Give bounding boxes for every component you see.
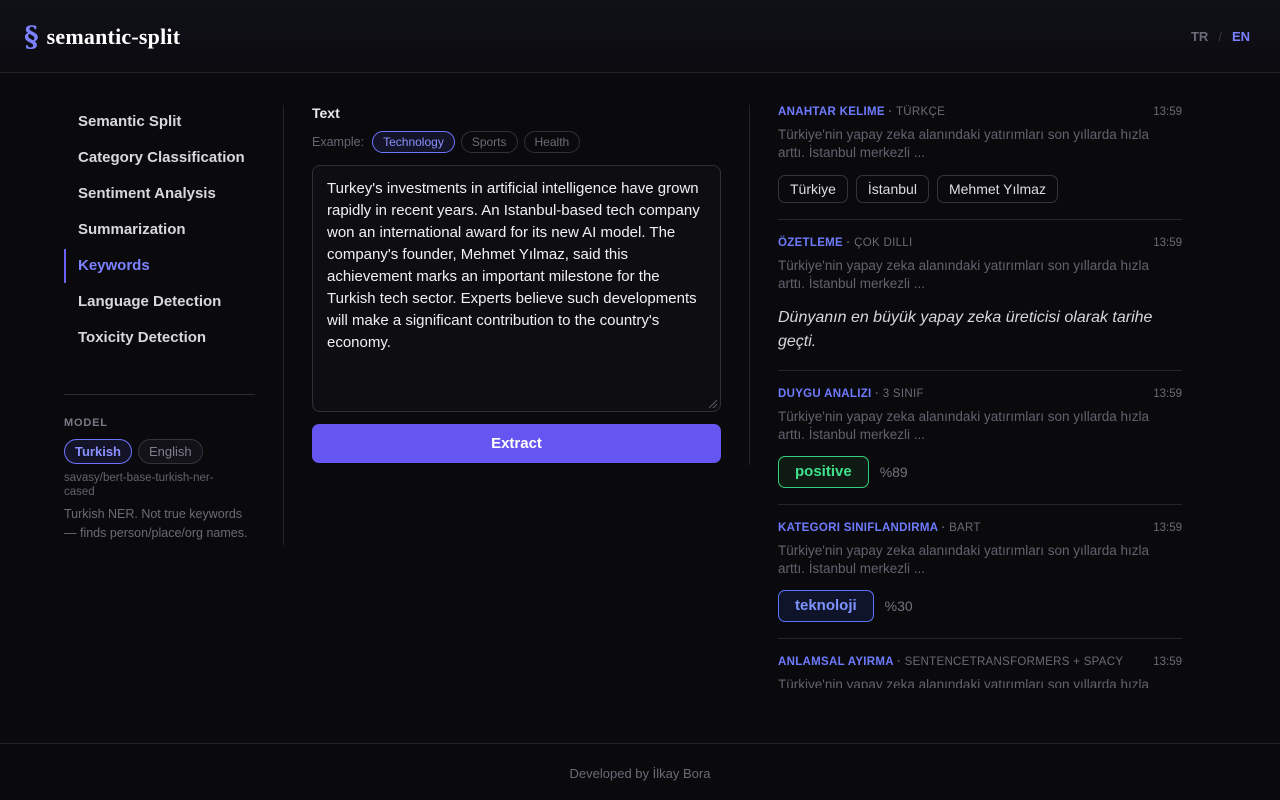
example-selector: Example: Technology Sports Health — [312, 131, 722, 153]
history-list[interactable]: ANAHTAR KELIME · TÜRKÇE 13:59 Türkiye'ni… — [778, 105, 1182, 688]
card-title: ANLAMSAL AYIRMA · SENTENCETRANSFORMERS +… — [778, 656, 1123, 668]
card-dot: · — [941, 522, 946, 534]
keyword-tags: Türkiye İstanbul Mehmet Yılmaz — [778, 175, 1182, 203]
card-title: ÖZETLEME · ÇOK DILLI — [778, 237, 912, 249]
model-option-english[interactable]: English — [138, 439, 203, 464]
sidebar-item-language-detection[interactable]: Language Detection — [64, 285, 283, 319]
app-title: semantic-split — [46, 24, 181, 49]
card-dot: · — [888, 106, 893, 118]
summary-result: Dünyanın en büyük yapay zeka üreticisi o… — [778, 309, 1153, 350]
sidebar-item-toxicity-detection[interactable]: Toxicity Detection — [64, 321, 283, 355]
card-dot: · — [896, 656, 902, 668]
history-card[interactable]: ÖZETLEME · ÇOK DILLI 13:59 Türkiye'nin y… — [778, 236, 1182, 371]
card-subtype: BART — [949, 522, 981, 534]
app-header: § semantic-split TR / EN — [0, 0, 1280, 73]
card-title: KATEGORI SINIFLANDIRMA · BART — [778, 522, 981, 534]
category-badge: teknoloji — [778, 590, 874, 622]
section-sign-logo-icon: § — [24, 20, 39, 53]
confidence-value: %89 — [879, 464, 908, 480]
card-kind: DUYGU ANALIZI — [778, 388, 872, 400]
history-card[interactable]: ANAHTAR KELIME · TÜRKÇE 13:59 Türkiye'ni… — [778, 105, 1182, 220]
history-card[interactable]: KATEGORI SINIFLANDIRMA · BART 13:59 Türk… — [778, 521, 1182, 639]
sidebar-item-semantic-split[interactable]: Semantic Split — [64, 105, 283, 139]
keyword-tag: İstanbul — [855, 175, 929, 203]
card-time: 13:59 — [1153, 237, 1182, 249]
logo[interactable]: § semantic-split — [24, 22, 180, 52]
model-description: Turkish NER. Not true keywords — finds p… — [64, 507, 248, 540]
sidebar-item-keywords[interactable]: Keywords — [64, 249, 283, 283]
text-input-value: Turkey's investments in artificial intel… — [327, 180, 700, 351]
card-title: ANAHTAR KELIME · TÜRKÇE — [778, 106, 945, 118]
example-sports[interactable]: Sports — [460, 131, 518, 153]
card-kind: ÖZETLEME — [778, 237, 844, 249]
resize-grip-icon[interactable] — [709, 400, 717, 408]
lang-separator: / — [1218, 29, 1222, 44]
lang-en-button[interactable]: EN — [1232, 29, 1250, 44]
text-input[interactable]: Turkey's investments in artificial intel… — [312, 165, 721, 412]
card-subtype: SENTENCETRANSFORMERS + SPACY — [904, 656, 1124, 668]
card-subtype: TÜRKÇE — [895, 106, 946, 118]
example-health[interactable]: Health — [523, 131, 581, 153]
history-card[interactable]: DUYGU ANALIZI · 3 SINIF 13:59 Türkiye'ni… — [778, 387, 1182, 505]
input-panel: Text Example: Technology Sports Health T… — [312, 105, 722, 463]
sentiment-badge: positive — [778, 456, 869, 488]
lang-tr-button[interactable]: TR — [1191, 29, 1208, 44]
card-title: DUYGU ANALIZI · 3 SINIF — [778, 388, 924, 400]
model-option-turkish[interactable]: Turkish — [64, 439, 132, 464]
sidebar: Semantic Split Category Classification S… — [64, 105, 284, 545]
card-kind: KATEGORI SINIFLANDIRMA — [778, 522, 938, 534]
language-switcher: TR / EN — [1191, 29, 1250, 44]
card-kind: ANAHTAR KELIME — [778, 106, 885, 118]
sidebar-divider — [64, 394, 255, 395]
text-label: Text — [312, 105, 340, 121]
sidebar-item-category-classification[interactable]: Category Classification — [64, 141, 283, 175]
card-snippet: Türkiye'nin yapay zeka alanındaki yatırı… — [778, 127, 1149, 160]
card-time: 13:59 — [1153, 106, 1182, 118]
column-divider — [749, 105, 750, 465]
confidence-value: %30 — [884, 598, 913, 614]
card-subtype: ÇOK DILLI — [854, 237, 913, 249]
card-time: 13:59 — [1153, 522, 1182, 534]
footer-credit: Developed by İlkay Bora — [569, 766, 711, 781]
card-time: 13:59 — [1153, 656, 1182, 668]
card-kind: ANLAMSAL AYIRMA — [778, 656, 894, 668]
card-dot: · — [875, 388, 880, 400]
card-subtype: 3 SINIF — [882, 388, 924, 400]
card-snippet: Türkiye'nin yapay zeka alanındaki yatırı… — [778, 677, 1149, 688]
example-label: Example: — [312, 135, 365, 149]
model-id: savasy/bert-base-turkish-ner-cased — [64, 472, 214, 498]
sidebar-item-sentiment-analysis[interactable]: Sentiment Analysis — [64, 177, 283, 211]
card-dot: · — [846, 237, 851, 249]
card-snippet: Türkiye'nin yapay zeka alanındaki yatırı… — [778, 258, 1149, 291]
footer: Developed by İlkay Bora — [0, 743, 1280, 800]
model-selector: Turkish English — [64, 439, 283, 464]
model-section-label: MODEL — [64, 417, 108, 429]
extract-button[interactable]: Extract — [312, 424, 721, 463]
keyword-tag: Mehmet Yılmaz — [936, 175, 1058, 203]
card-snippet: Türkiye'nin yapay zeka alanındaki yatırı… — [778, 409, 1149, 442]
example-technology[interactable]: Technology — [372, 131, 455, 153]
sidebar-item-summarization[interactable]: Summarization — [64, 213, 283, 247]
keyword-tag: Türkiye — [778, 175, 848, 203]
history-card[interactable]: ANLAMSAL AYIRMA · SENTENCETRANSFORMERS +… — [778, 655, 1182, 688]
card-snippet: Türkiye'nin yapay zeka alanındaki yatırı… — [778, 543, 1149, 576]
card-time: 13:59 — [1153, 388, 1182, 400]
